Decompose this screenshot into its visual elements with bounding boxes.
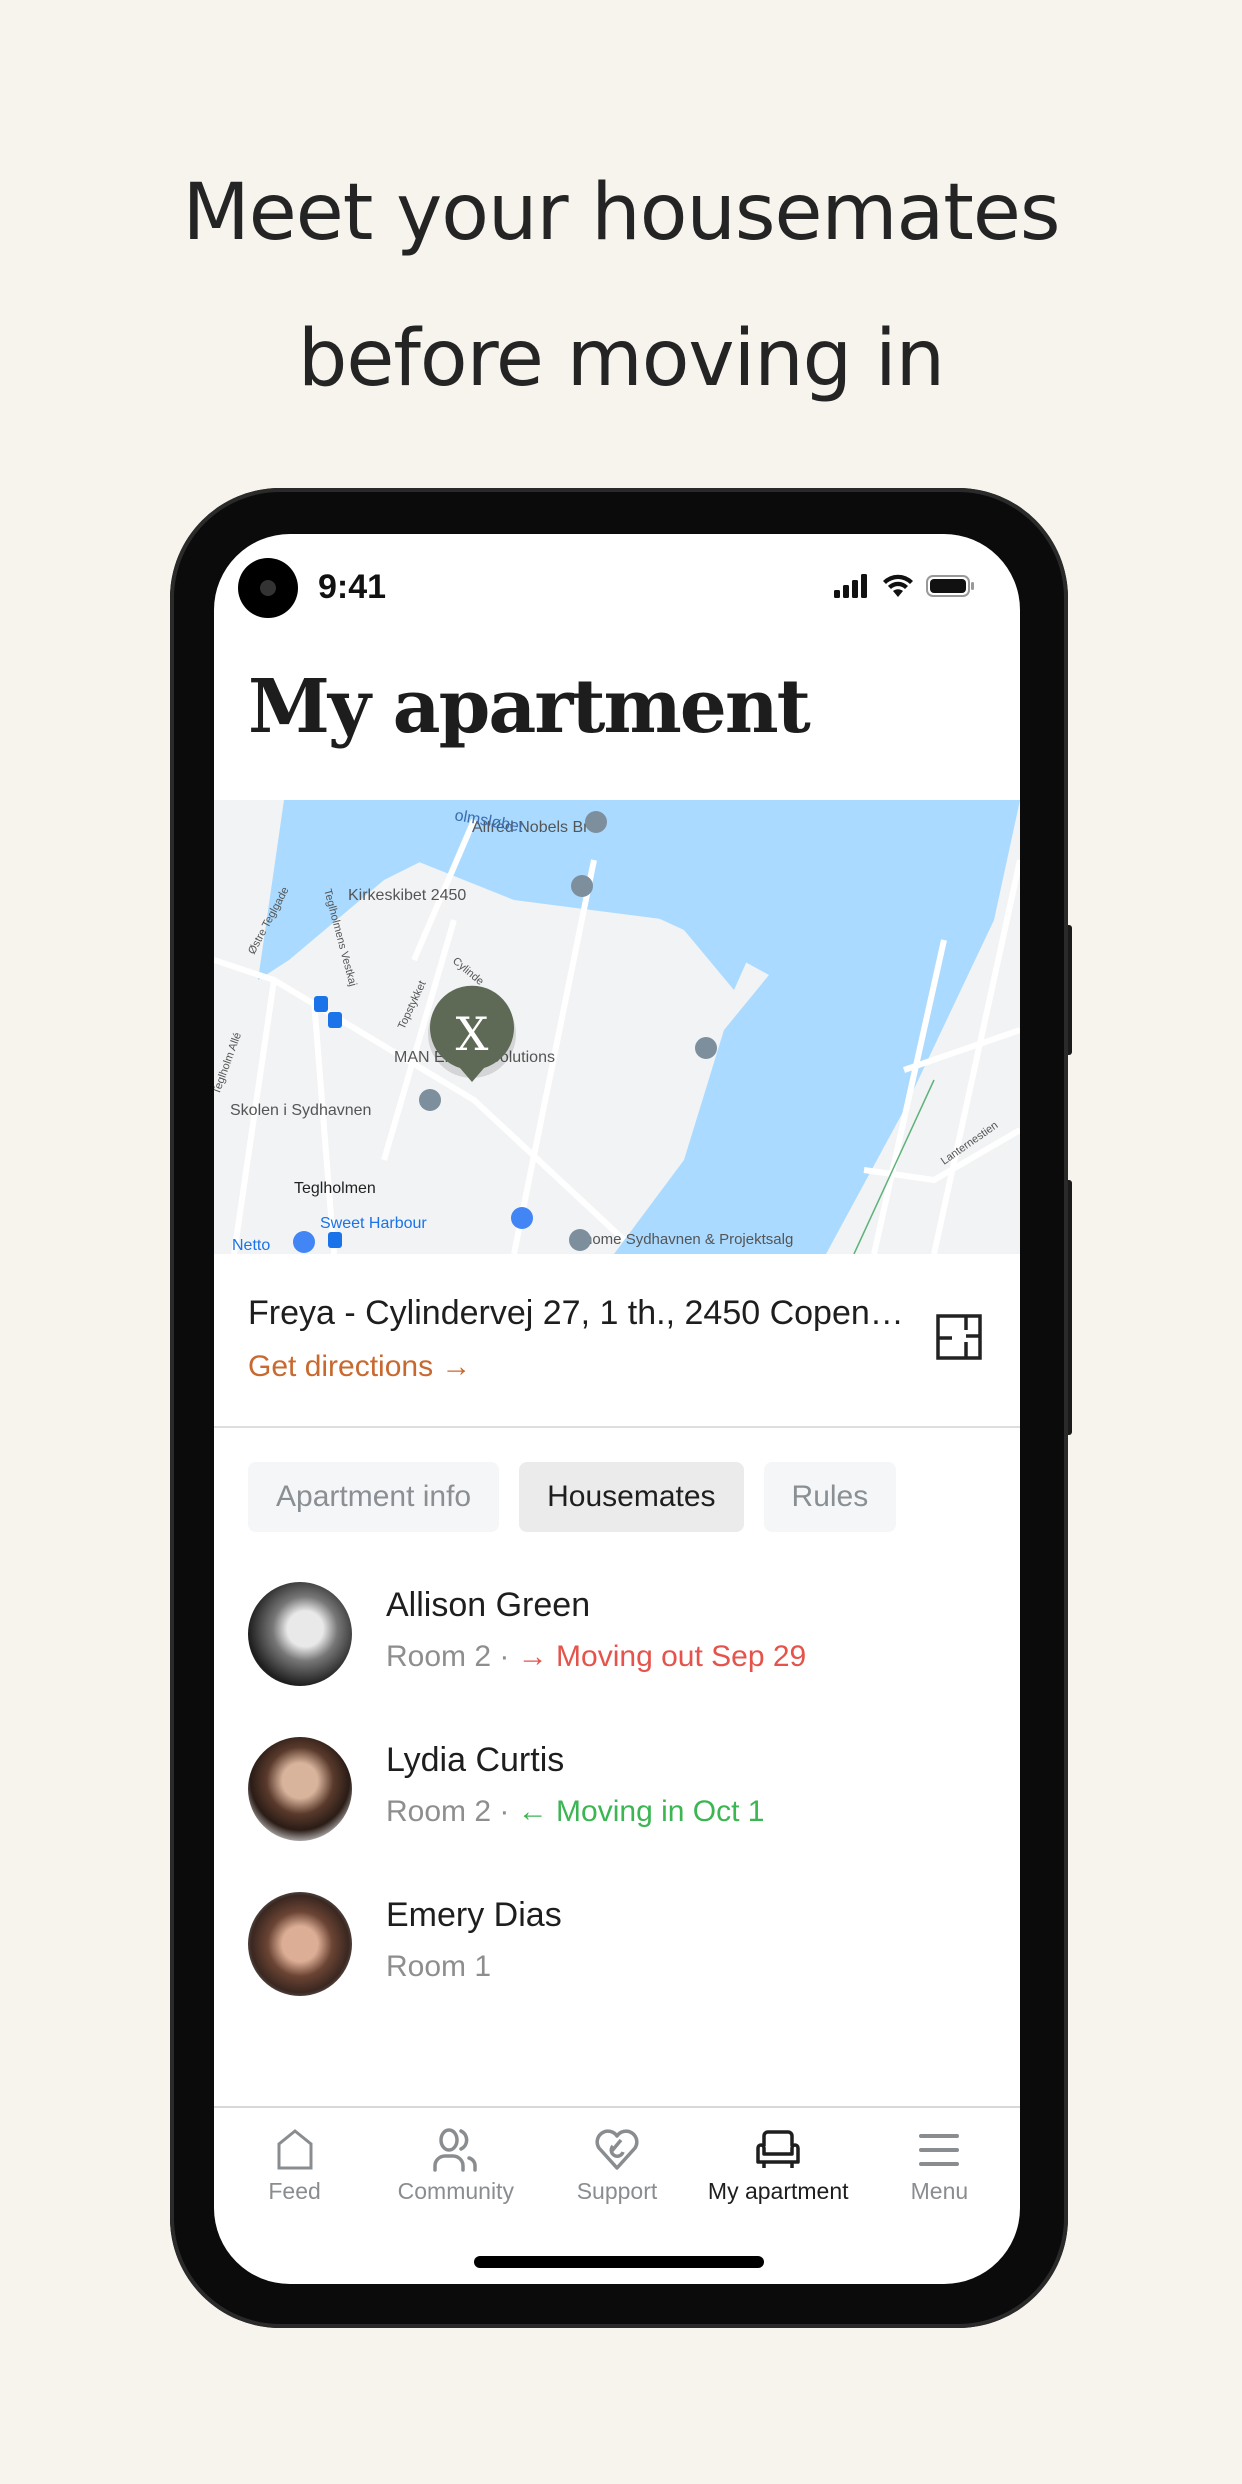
poi-pin-icon: [695, 1037, 717, 1059]
nav-community[interactable]: Community: [375, 2120, 536, 2205]
map-label-teglholm-alle: Teglholm Allé: [214, 1031, 244, 1096]
tab-apartment-info[interactable]: Apartment info: [248, 1462, 500, 1532]
map-label-home-sydhavnen: home Sydhavnen & Projektsalg: [584, 1231, 793, 1248]
avatar: [248, 1582, 352, 1686]
armchair-icon: [756, 2130, 800, 2168]
moving-status: ← Moving in Oct 1: [517, 1795, 765, 1828]
housemate-row[interactable]: Emery Dias Room 1: [248, 1892, 988, 2002]
battery-icon: [926, 575, 974, 597]
housemate-name: Emery Dias: [386, 1896, 562, 1934]
divider: [214, 1426, 1020, 1428]
housemate-name: Allison Green: [386, 1586, 591, 1624]
camera-icon: [238, 558, 298, 618]
nav-support[interactable]: Support: [536, 2120, 697, 2205]
bottom-nav: Feed Community Support My apartment Menu: [214, 2120, 1020, 2205]
map-label-teglholmen: Teglholmen: [294, 1180, 376, 1197]
heart-icon: [595, 2129, 639, 2170]
apartment-address: Freya - Cylindervej 27, 1 th., 2450 Cope…: [248, 1294, 908, 1332]
map-label-skolen: Skolen i Sydhavnen: [230, 1102, 371, 1119]
signal-icon: [834, 574, 867, 598]
apartment-tabs: Apartment info Housemates Rules: [248, 1462, 897, 1532]
housemate-details: Room 1: [386, 1950, 492, 1983]
status-icons: [834, 574, 976, 598]
map-label-kirkeskibet: Kirkeskibet 2450: [348, 887, 466, 904]
nav-my-apartment[interactable]: My apartment: [698, 2120, 859, 2205]
housemate-row[interactable]: Lydia Curtis Room 2 · ← Moving in Oct 1: [248, 1737, 988, 1847]
housemate-details: Room 2 · → Moving out Sep 29: [386, 1640, 807, 1673]
get-directions-link[interactable]: Get directions →: [248, 1350, 471, 1384]
shopping-poi-icon: [511, 1207, 533, 1229]
church-poi-icon: [571, 875, 593, 897]
map-label-sweet-harbour: Sweet Harbour: [320, 1215, 427, 1232]
map-label-cylindervej: Cylinde: [450, 955, 486, 988]
avatar: [248, 1737, 352, 1841]
page-title: My apartment: [248, 664, 811, 750]
headline-line-1: Meet your housemates: [182, 168, 1060, 258]
housemate-name: Lydia Curtis: [386, 1741, 565, 1779]
school-poi-icon: [419, 1089, 441, 1111]
bus-stop-icon: [314, 996, 328, 1012]
svg-text:X: X: [456, 1007, 489, 1061]
wifi-icon: [883, 574, 913, 597]
moving-status: → Moving out Sep 29: [517, 1640, 807, 1673]
poi-pin-icon: [569, 1229, 591, 1251]
nav-menu[interactable]: Menu: [859, 2120, 1020, 2205]
floorplan-icon[interactable]: [936, 1314, 982, 1360]
location-map[interactable]: Alfred Nobels Bro Kirkeskibet 2450 Østre…: [214, 800, 1020, 1255]
status-time: 9:41: [318, 568, 387, 606]
map-label-netto: Netto: [232, 1237, 270, 1254]
tab-housemates[interactable]: Housemates: [519, 1462, 744, 1532]
home-icon: [277, 2129, 313, 2170]
cart-poi-icon: [293, 1231, 315, 1253]
apartment-marker[interactable]: X: [428, 985, 516, 1082]
bus-stop-icon: [328, 1232, 342, 1248]
nav-divider: [214, 2106, 1020, 2108]
avatar: [248, 1892, 352, 1996]
tab-rules[interactable]: Rules: [763, 1462, 897, 1532]
headline-line-2: before moving in: [297, 314, 945, 404]
bus-stop-icon: [328, 1012, 342, 1028]
menu-icon: [919, 2134, 960, 2166]
nav-feed[interactable]: Feed: [214, 2120, 375, 2205]
bridge-poi-icon: [585, 811, 607, 833]
app-screen: 9:41 My apartment Alfred Nobels Bro Kirk…: [214, 534, 1020, 2284]
people-icon: [433, 2128, 477, 2172]
marketing-headline: Meet your housemates before moving in: [0, 140, 1242, 432]
housemate-row[interactable]: Allison Green Room 2 · → Moving out Sep …: [248, 1582, 988, 1692]
housemate-details: Room 2 · ← Moving in Oct 1: [386, 1795, 765, 1828]
home-indicator[interactable]: [474, 2256, 764, 2268]
